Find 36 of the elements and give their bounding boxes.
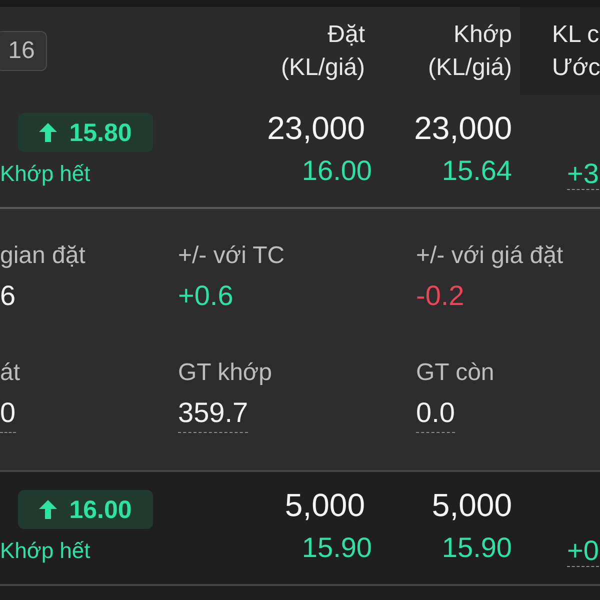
detail-label: +/- với TC (178, 241, 285, 271)
price-text: 15.80 (69, 118, 132, 148)
order-row[interactable]: 15.80 Khớp hết 23,000 16.00 23,000 15.64 +3 (0, 95, 600, 207)
placed-price-text: 15.90 (302, 532, 372, 564)
change-value-text: +0 (567, 535, 599, 567)
matched-volume-text: 5,000 (432, 487, 512, 523)
column-header-text: Đặt (328, 20, 365, 50)
column-header-text: (KL/giá) (280, 53, 365, 83)
matched-volume-text: 23,000 (414, 110, 512, 146)
column-header-text: Ước (552, 53, 600, 83)
column-header-text: KL c (552, 20, 600, 50)
column-header-text: Khớp (454, 20, 512, 50)
detail-label: +/- với giá đặt (416, 241, 564, 271)
matched-price-text: 15.64 (442, 155, 512, 187)
detail-label: GT khớp (178, 358, 272, 388)
order-status-text: Khớp hết (0, 537, 90, 565)
order-status-text: Khớp hết (0, 160, 90, 188)
placed-volume-text: 5,000 (284, 487, 366, 523)
price-text: 16.00 (69, 494, 132, 524)
matched-price-text: 15.90 (442, 532, 512, 564)
detail-value: 0 (0, 396, 16, 433)
detail-label: gian đặt (0, 241, 86, 271)
placed-volume-text: 23,000 (267, 110, 366, 146)
up-arrow-icon (39, 123, 58, 142)
detail-value: 359.7 (178, 396, 248, 433)
detail-value: +0.6 (178, 279, 234, 313)
up-arrow-icon (39, 500, 58, 519)
detail-label: át (0, 358, 20, 388)
count-badge: 16 (0, 31, 47, 71)
placed-price-text: 16.00 (302, 155, 372, 187)
column-header-text: (KL/giá) (428, 53, 512, 83)
detail-value: 6 (0, 279, 16, 313)
change-value-text: +3 (567, 158, 599, 190)
detail-value: 0.0 (416, 396, 455, 433)
detail-value: -0.2 (416, 279, 464, 313)
detail-label: GT còn (416, 358, 494, 388)
